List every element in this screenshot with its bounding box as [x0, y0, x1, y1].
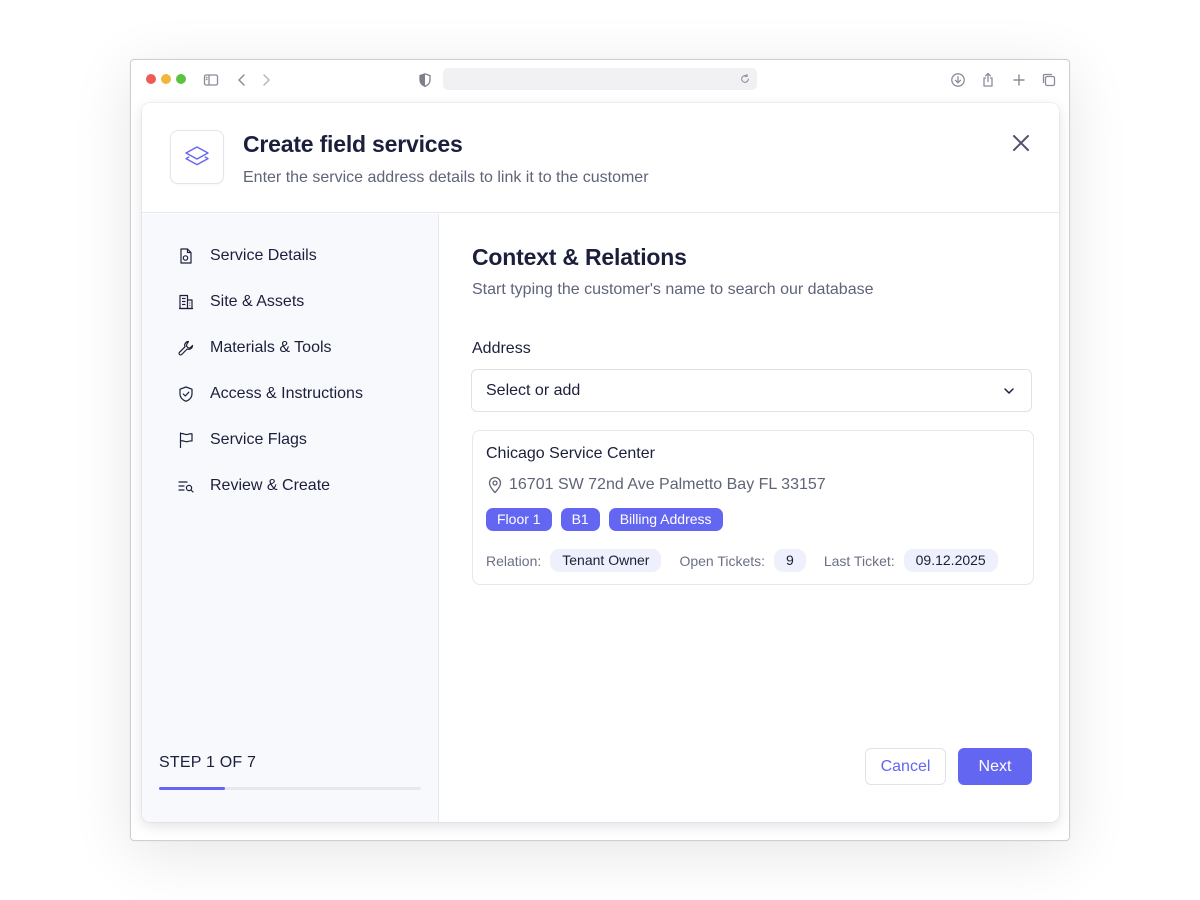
- tabs-icon[interactable]: [1039, 70, 1059, 90]
- tag-badge: Floor 1: [486, 508, 552, 531]
- building-icon: [176, 292, 196, 312]
- address-card-address: 16701 SW 72nd Ave Palmetto Bay FL 33157: [486, 476, 826, 494]
- relation-value: Tenant Owner: [550, 549, 662, 572]
- back-icon[interactable]: [232, 70, 252, 90]
- sidebar-item-label: Service Details: [210, 247, 317, 264]
- main-content: Context & Relations Start typing the cus…: [440, 214, 1059, 822]
- address-tags: Floor 1 B1 Billing Address: [486, 508, 723, 531]
- share-icon[interactable]: [978, 70, 998, 90]
- download-icon[interactable]: [948, 70, 968, 90]
- maximize-window-button[interactable]: [176, 74, 186, 84]
- wrench-icon: [176, 338, 196, 358]
- modal-header: Create field services Enter the service …: [142, 103, 1059, 213]
- sidebar-item-review-create[interactable]: Review & Create: [176, 474, 330, 498]
- address-select-value: Select or add: [486, 382, 581, 399]
- map-pin-icon: [486, 476, 504, 494]
- browser-toolbar: [131, 60, 1069, 100]
- close-button[interactable]: [1007, 129, 1035, 157]
- sidebar-item-label: Access & Instructions: [210, 385, 363, 402]
- sidebar-item-site-assets[interactable]: Site & Assets: [176, 290, 304, 314]
- reload-icon[interactable]: [737, 71, 753, 87]
- sidebar-item-label: Review & Create: [210, 477, 331, 494]
- address-select[interactable]: Select or add: [471, 369, 1032, 412]
- sidebar-item-label: Materials & Tools: [210, 339, 332, 356]
- next-button[interactable]: Next: [958, 748, 1032, 785]
- forward-icon[interactable]: [256, 70, 276, 90]
- step-progress-fill: [159, 787, 225, 790]
- list-search-icon: [176, 476, 196, 496]
- step-progress-bar: [159, 787, 421, 790]
- tag-badge: B1: [560, 508, 600, 531]
- open-tickets-label: Open Tickets:: [679, 552, 766, 569]
- last-ticket-label: Last Ticket:: [823, 552, 895, 569]
- sidebar-item-service-details[interactable]: Service Details: [176, 244, 317, 268]
- address-text: 16701 SW 72nd Ave Palmetto Bay FL 33157: [509, 476, 826, 493]
- create-field-services-modal: Create field services Enter the service …: [142, 103, 1059, 822]
- open-tickets-value: 9: [774, 549, 806, 572]
- cancel-button[interactable]: Cancel: [865, 748, 946, 785]
- sidebar-icon[interactable]: [201, 70, 221, 90]
- steps-sidebar: Service Details Site & Assets Materials …: [142, 214, 439, 822]
- shield-check-icon: [176, 384, 196, 404]
- sidebar-item-label: Service Flags: [210, 431, 307, 448]
- minimize-window-button[interactable]: [161, 74, 171, 84]
- section-subtitle: Start typing the customer's name to sear…: [472, 281, 874, 298]
- sidebar-item-label: Site & Assets: [210, 293, 305, 310]
- layers-icon: [185, 146, 209, 166]
- relation-label: Relation:: [486, 552, 542, 569]
- address-label: Address: [472, 340, 531, 357]
- chevron-down-icon: [1004, 388, 1014, 394]
- sidebar-item-access-instructions[interactable]: Access & Instructions: [176, 382, 363, 406]
- address-bar[interactable]: [443, 68, 757, 90]
- section-title: Context & Relations: [472, 244, 687, 270]
- address-card-name: Chicago Service Center: [486, 445, 655, 462]
- modal-subtitle: Enter the service address details to lin…: [243, 169, 649, 186]
- browser-window: Create field services Enter the service …: [130, 59, 1070, 841]
- new-tab-icon[interactable]: [1009, 70, 1029, 90]
- close-icon[interactable]: [1011, 133, 1031, 153]
- sidebar-item-materials-tools[interactable]: Materials & Tools: [176, 336, 332, 360]
- file-icon: [176, 246, 196, 266]
- shield-icon[interactable]: [415, 70, 435, 90]
- tag-badge: Billing Address: [608, 508, 723, 531]
- close-window-button[interactable]: [146, 74, 156, 84]
- address-meta: Relation: Tenant Owner Open Tickets: 9 L…: [486, 549, 1016, 572]
- last-ticket-value: 09.12.2025: [903, 549, 998, 572]
- layers-logo: [170, 130, 224, 184]
- sidebar-item-service-flags[interactable]: Service Flags: [176, 428, 307, 452]
- address-card[interactable]: Chicago Service Center 16701 SW 72nd Ave…: [472, 430, 1034, 585]
- step-indicator: STEP 1 OF 7: [159, 754, 257, 771]
- flag-icon: [176, 430, 196, 450]
- modal-title: Create field services: [243, 131, 463, 157]
